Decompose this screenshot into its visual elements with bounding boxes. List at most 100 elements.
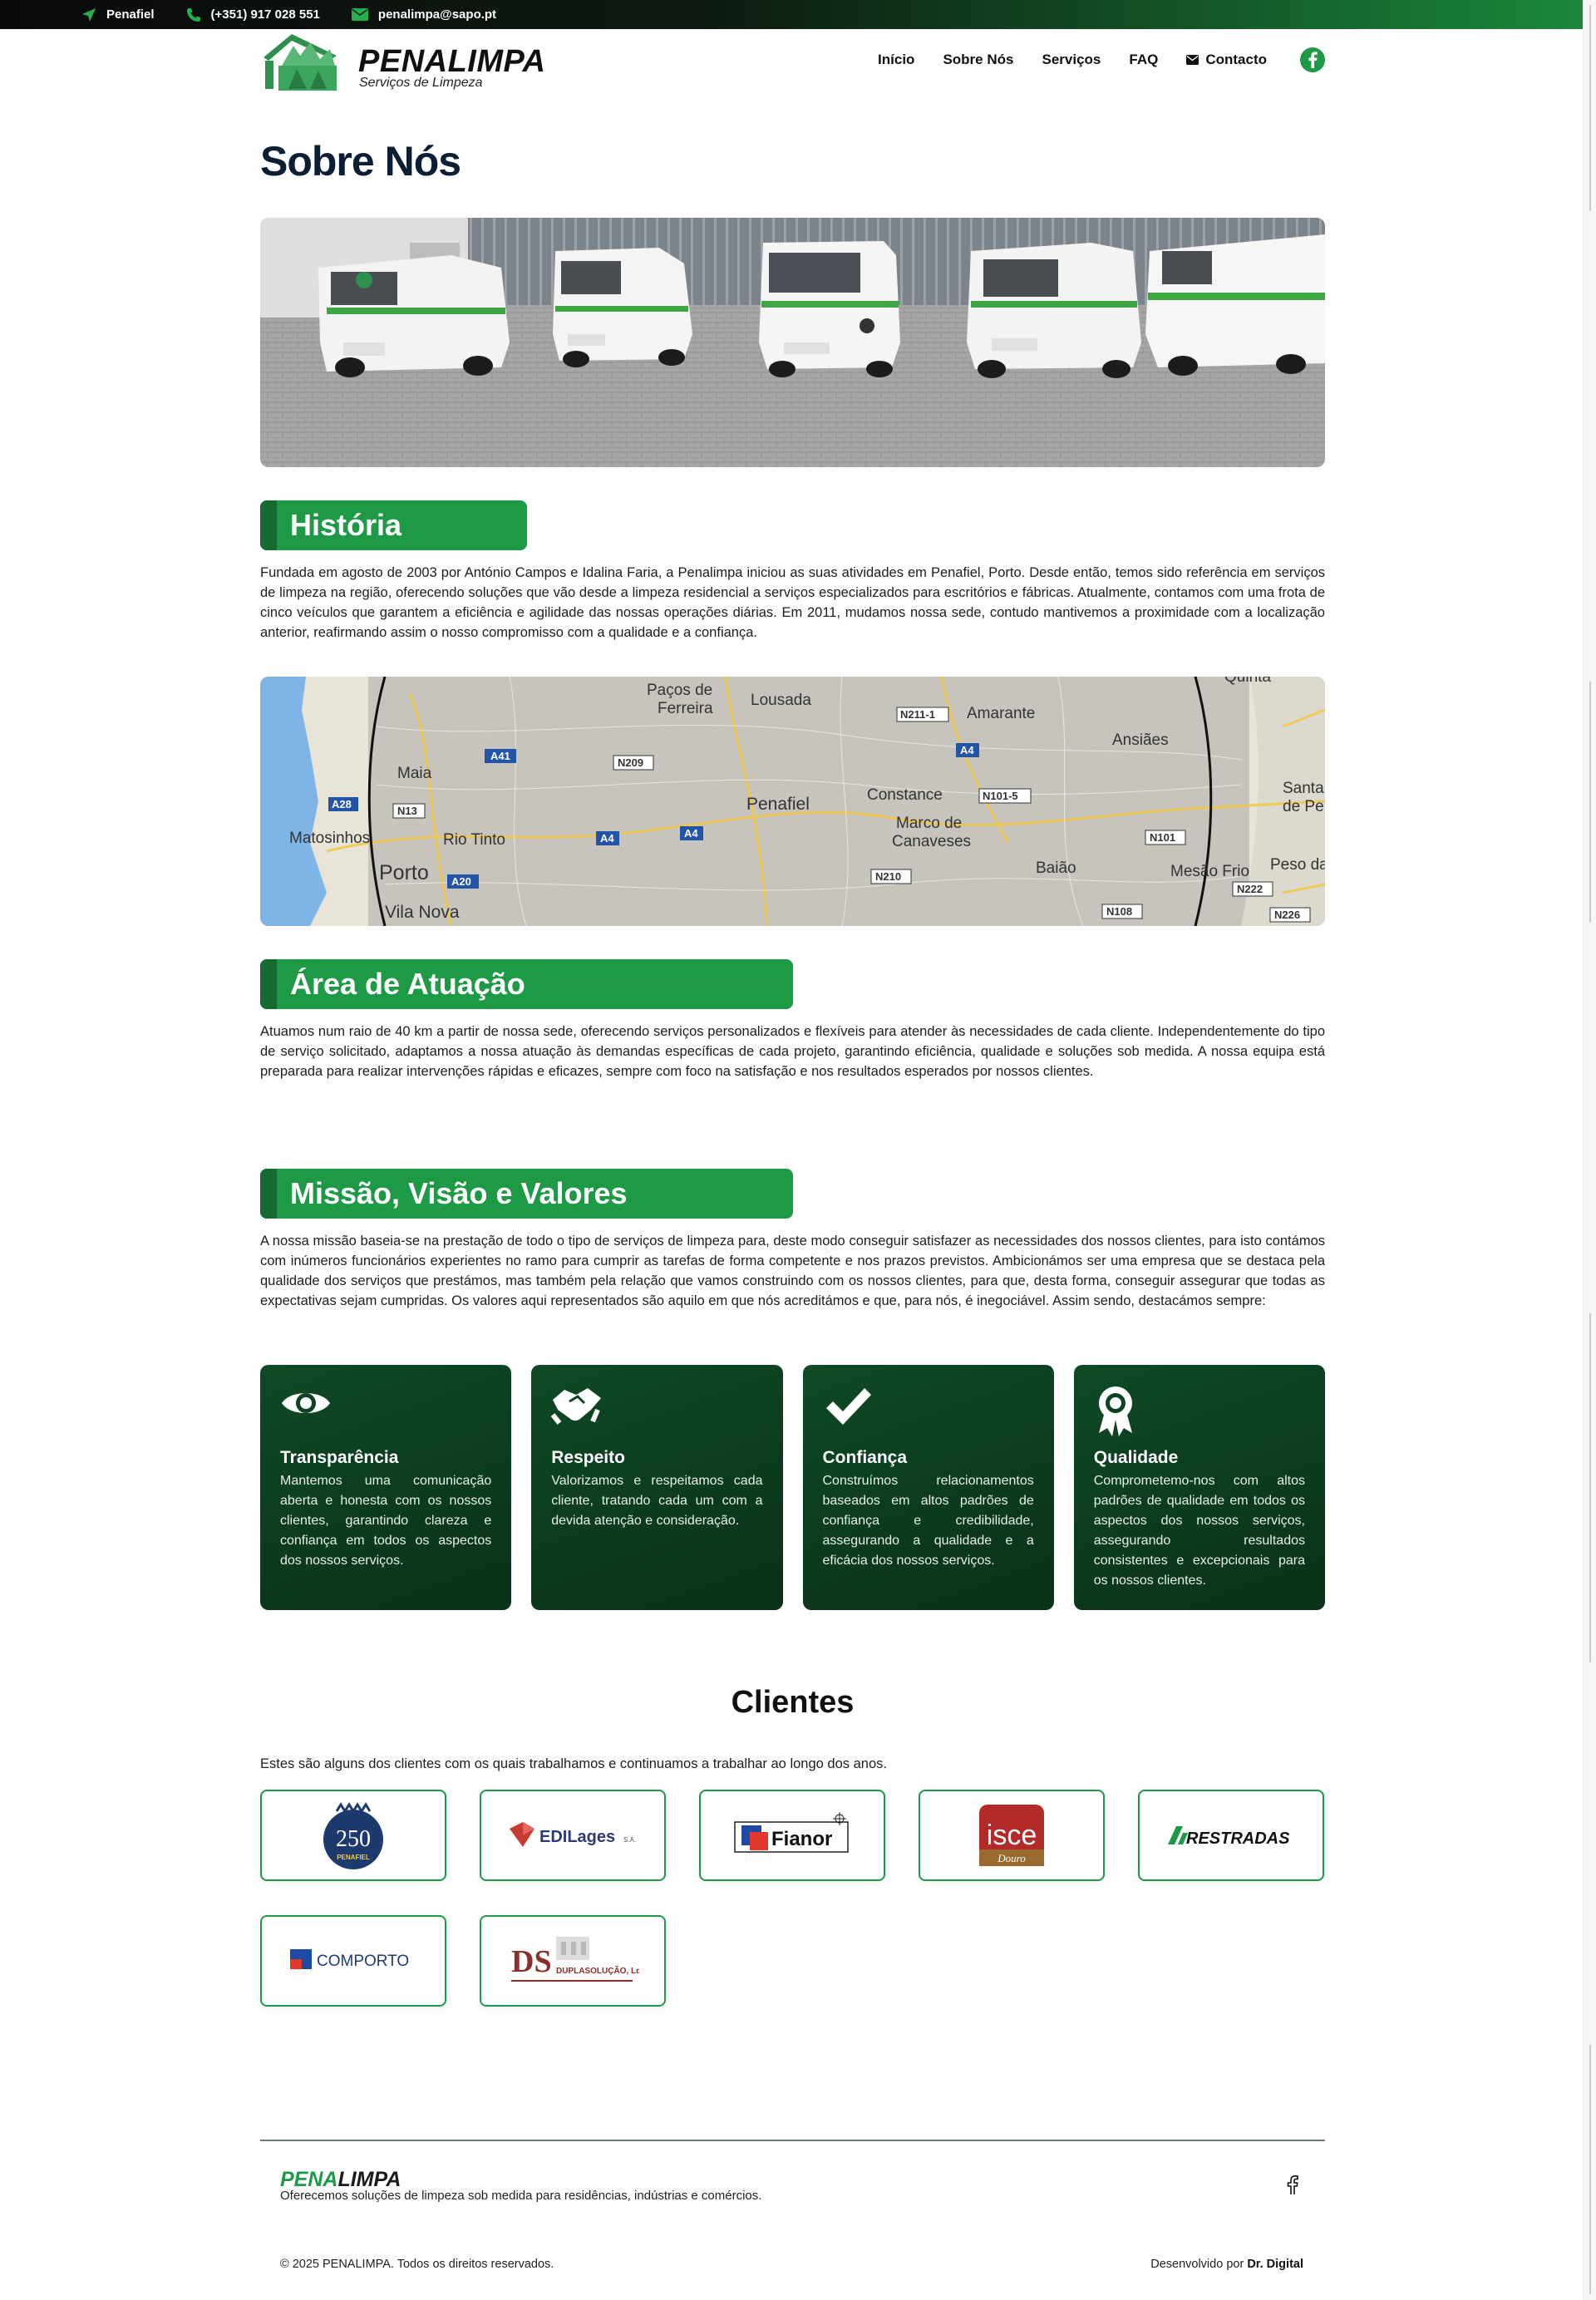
- service-area-map[interactable]: Paços de Ferreira Lousada Amarante Quinta…: [260, 677, 1325, 926]
- client-logo-text: isce: [987, 1820, 1037, 1851]
- values-cards: Transparência Mantemos uma comunicação a…: [260, 1365, 1325, 1610]
- check-icon: [825, 1388, 871, 1425]
- mission-heading-text: Missão, Visão e Valores: [290, 1176, 628, 1210]
- svg-text:Peso da: Peso da: [1270, 856, 1325, 874]
- svg-text:de Pe: de Pe: [1283, 798, 1324, 815]
- area-heading: Área de Atuação: [260, 959, 793, 1009]
- client-logo-text: EDILages: [539, 1828, 615, 1846]
- value-text: Valorizamos e respeitamos cada cliente, …: [551, 1474, 763, 1528]
- client-logo-comporto[interactable]: COMPORTO: [260, 1915, 446, 2007]
- svg-text:N108: N108: [1106, 905, 1132, 918]
- page-scrollbar[interactable]: [1583, 0, 1596, 2300]
- location-item: Penafiel: [81, 7, 155, 22]
- site-logo[interactable]: PENALIMPA Serviços de Limpeza: [260, 31, 545, 92]
- svg-text:Rio Tinto: Rio Tinto: [443, 831, 505, 849]
- svg-text:Matosinhos: Matosinhos: [289, 830, 370, 847]
- site-header: PENALIMPA Serviços de Limpeza Início Sob…: [260, 29, 1325, 94]
- nav-item-servicos[interactable]: Serviços: [1042, 52, 1101, 68]
- svg-text:A4: A4: [960, 744, 974, 756]
- eye-icon: [282, 1393, 330, 1413]
- top-contact-bar: Penafiel (+351) 917 028 551 penalimpa@sa…: [0, 0, 1596, 29]
- phone-text: (+351) 917 028 551: [210, 7, 320, 22]
- svg-text:A20: A20: [451, 875, 471, 888]
- client-logo-duplasolucao[interactable]: DS DUPLASOLUÇÃO, Lda: [480, 1915, 666, 2007]
- facebook-icon[interactable]: [1300, 47, 1325, 72]
- client-logo-text: RESTRADAS: [1186, 1830, 1290, 1848]
- client-logo-text: Fianor: [771, 1828, 832, 1850]
- nav-item-contacto[interactable]: Contacto: [1186, 52, 1267, 68]
- page-title: Sobre Nós: [260, 138, 461, 185]
- value-title: Transparência: [280, 1448, 399, 1467]
- svg-text:Marco de: Marco de: [896, 815, 962, 832]
- logo-subtitle: Serviços de Limpeza: [359, 76, 483, 90]
- svg-text:N211-1: N211-1: [900, 708, 935, 721]
- svg-text:N210: N210: [875, 870, 901, 883]
- value-card: Qualidade Comprometemo-nos com altos pad…: [1073, 1365, 1325, 1610]
- nav-item-inicio[interactable]: Início: [878, 52, 914, 68]
- footer-tagline: Oferecemos soluções de limpeza sob medid…: [280, 2189, 762, 2203]
- svg-text:Constance: Constance: [867, 786, 943, 804]
- nav-contact-label: Contacto: [1205, 52, 1267, 67]
- svg-text:Canaveses: Canaveses: [892, 833, 971, 850]
- svg-text:Baião: Baião: [1036, 859, 1076, 877]
- svg-text:N101-5: N101-5: [983, 790, 1018, 802]
- client-logo-fianor[interactable]: Fianor: [699, 1790, 885, 1881]
- location-text: Penafiel: [106, 7, 155, 22]
- svg-text:Ansiães: Ansiães: [1112, 731, 1169, 749]
- client-logo-subtext: Douro: [997, 1852, 1026, 1864]
- email-item[interactable]: penalimpa@sapo.pt: [351, 7, 497, 22]
- value-card: Confiança Construímos relacionamentos ba…: [802, 1365, 1054, 1610]
- svg-text:N13: N13: [397, 805, 417, 817]
- client-logo-text: COMPORTO: [317, 1953, 409, 1970]
- email-text: penalimpa@sapo.pt: [377, 7, 497, 22]
- svg-text:Maia: Maia: [397, 765, 432, 782]
- value-title: Qualidade: [1093, 1448, 1179, 1467]
- client-logo-subtext: PENAFIEL: [337, 1854, 370, 1861]
- svg-text:Vila Nova: Vila Nova: [385, 903, 460, 922]
- svg-text:N101: N101: [1150, 831, 1175, 844]
- footer-copyright: © 2025 PENALIMPA. Todos os direitos rese…: [280, 2258, 554, 2271]
- svg-text:Paços de: Paços de: [647, 682, 712, 699]
- logo-name: PENALIMPA: [358, 44, 546, 79]
- main-nav: Início Sobre Nós Serviços FAQ Contacto: [878, 47, 1325, 72]
- mission-text: A nossa missão baseia-se na prestação de…: [260, 1234, 1325, 1308]
- footer-divider: [260, 2140, 1325, 2141]
- value-card: Respeito Valorizamos e respeitamos cada …: [531, 1365, 783, 1610]
- nav-item-faq[interactable]: FAQ: [1129, 52, 1158, 68]
- svg-text:A41: A41: [490, 750, 510, 762]
- value-text: Construímos relacionamentos baseados em …: [822, 1474, 1034, 1568]
- svg-text:Penafiel: Penafiel: [746, 795, 810, 814]
- area-text: Atuamos num raio de 40 km a partir de no…: [260, 1024, 1325, 1079]
- client-logo-isce[interactable]: isce Douro: [919, 1790, 1105, 1881]
- value-text: Mantemos uma comunicação aberta e honest…: [280, 1474, 492, 1568]
- client-logo-subtext: S.A.: [623, 1836, 636, 1844]
- value-text: Comprometemo-nos com altos padrões de qu…: [1093, 1474, 1305, 1588]
- location-arrow-icon: [82, 7, 96, 22]
- logo-mark-icon: [264, 34, 337, 91]
- mission-heading: Missão, Visão e Valores: [260, 1169, 793, 1219]
- history-heading: História: [260, 500, 527, 550]
- client-logo-restradas[interactable]: RESTRADAS: [1138, 1790, 1324, 1881]
- facebook-icon[interactable]: [1287, 2174, 1298, 2199]
- svg-text:N209: N209: [618, 756, 643, 769]
- svg-text:Lousada: Lousada: [751, 692, 811, 709]
- client-logo-text: DS: [511, 1944, 552, 1979]
- history-text: Fundada em agosto de 2003 por António Ca…: [260, 565, 1325, 640]
- value-card: Transparência Mantemos uma comunicação a…: [260, 1365, 512, 1610]
- svg-text:Ferreira: Ferreira: [658, 700, 713, 717]
- client-logo-edilages[interactable]: EDILages S.A.: [480, 1790, 666, 1881]
- svg-text:Santa: Santa: [1283, 780, 1324, 797]
- client-logo-penafiel[interactable]: 250 PENAFIEL: [260, 1790, 446, 1881]
- fleet-photo: [260, 218, 1325, 467]
- svg-text:Amarante: Amarante: [967, 705, 1035, 722]
- footer-brand-dark: LIMPA: [337, 2168, 401, 2191]
- footer-brand-green: PENA: [280, 2168, 338, 2191]
- svg-text:N226: N226: [1274, 909, 1300, 921]
- nav-item-sobre-nos[interactable]: Sobre Nós: [943, 52, 1013, 68]
- envelope-icon: [351, 8, 368, 21]
- svg-text:N222: N222: [1237, 883, 1263, 895]
- phone-item[interactable]: (+351) 917 028 551: [186, 7, 320, 22]
- svg-text:A4: A4: [684, 827, 698, 840]
- client-logo-subtext: DUPLASOLUÇÃO, Lda: [556, 1965, 639, 1976]
- footer-dev-link[interactable]: Dr. Digital: [1247, 2258, 1303, 2271]
